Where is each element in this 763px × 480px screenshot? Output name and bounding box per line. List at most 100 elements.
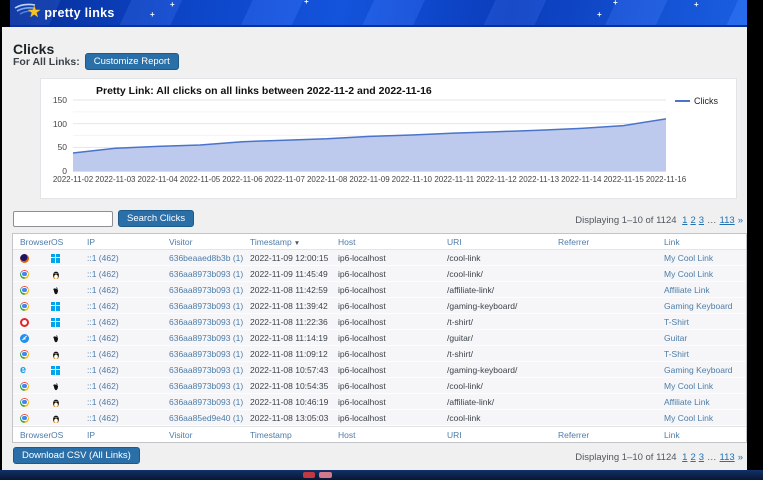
- column-header-visitor[interactable]: Visitor: [169, 237, 250, 247]
- ip-cell[interactable]: ::1 (462): [87, 253, 169, 263]
- page-link-last[interactable]: 113: [720, 452, 735, 463]
- x-tick-label: 2022-11-08: [304, 175, 350, 184]
- host-cell: ip6-localhost: [338, 333, 447, 343]
- page-link-1[interactable]: 1: [682, 452, 687, 463]
- visitor-cell[interactable]: 636aa8973b093 (1): [169, 365, 250, 375]
- ip-cell[interactable]: ::1 (462): [87, 333, 169, 343]
- ip-cell[interactable]: ::1 (462): [87, 381, 169, 391]
- search-input[interactable]: [13, 211, 113, 227]
- column-header-ip[interactable]: IP: [87, 430, 169, 440]
- timestamp-cell: 2022-11-08 10:46:19: [250, 397, 338, 407]
- apple-icon: [51, 382, 60, 391]
- link-cell[interactable]: My Cool Link: [664, 381, 746, 391]
- link-cell[interactable]: T-Shirt: [664, 349, 746, 359]
- column-header-timestamp[interactable]: Timestamp: [250, 430, 338, 440]
- y-tick-label: 150: [41, 95, 67, 105]
- link-cell[interactable]: Guitar: [664, 333, 746, 343]
- x-tick-label: 2022-11-11: [431, 175, 477, 184]
- ip-cell[interactable]: ::1 (462): [87, 413, 169, 423]
- link-cell[interactable]: Affiliate Link: [664, 285, 746, 295]
- visitor-cell[interactable]: 636aa8973b093 (1): [169, 349, 250, 359]
- next-page-link[interactable]: »: [738, 452, 743, 463]
- column-header-browser[interactable]: Browser: [20, 430, 51, 440]
- visitor-cell[interactable]: 636aa85ed9e40 (1): [169, 413, 250, 423]
- ip-cell[interactable]: ::1 (462): [87, 349, 169, 359]
- displaying-text: Displaying 1–10 of 1124: [575, 452, 676, 463]
- page-link-2[interactable]: 2: [690, 215, 695, 226]
- column-header-host[interactable]: Host: [338, 237, 447, 247]
- page-ellipsis: …: [707, 452, 717, 463]
- link-cell[interactable]: T-Shirt: [664, 317, 746, 327]
- chrome-icon: [20, 286, 29, 295]
- visitor-cell[interactable]: 636aa8973b093 (1): [169, 269, 250, 279]
- link-cell[interactable]: Affiliate Link: [664, 397, 746, 407]
- host-cell: ip6-localhost: [338, 253, 447, 263]
- os-cell: [51, 284, 87, 294]
- visitor-cell[interactable]: 636aa8973b093 (1): [169, 317, 250, 327]
- ip-cell[interactable]: ::1 (462): [87, 365, 169, 375]
- windows-icon: [51, 254, 60, 263]
- table-row: ::1 (462)636aa8973b093 (1)2022-11-08 10:…: [13, 394, 746, 410]
- column-header-referrer[interactable]: Referrer: [558, 237, 664, 247]
- visitor-cell[interactable]: 636aa8973b093 (1): [169, 285, 250, 295]
- sparkle-icon: +: [597, 11, 602, 19]
- search-clicks-button[interactable]: Search Clicks: [118, 210, 194, 227]
- link-cell[interactable]: My Cool Link: [664, 253, 746, 263]
- page-link-3[interactable]: 3: [699, 215, 704, 226]
- column-header-link[interactable]: Link: [664, 237, 746, 247]
- page-link-3[interactable]: 3: [699, 452, 704, 463]
- browser-cell: [20, 332, 51, 342]
- column-header-timestamp[interactable]: Timestamp▼: [250, 237, 338, 247]
- download-csv-button[interactable]: Download CSV (All Links): [13, 447, 140, 464]
- column-header-browser[interactable]: Browser: [20, 237, 51, 247]
- column-header-ip[interactable]: IP: [87, 237, 169, 247]
- column-header-uri[interactable]: URI: [447, 430, 558, 440]
- x-tick-label: 2022-11-09: [347, 175, 393, 184]
- os-cell: [51, 364, 87, 374]
- column-header-referrer[interactable]: Referrer: [558, 430, 664, 440]
- uri-cell: /cool-link/: [447, 381, 558, 391]
- timestamp-cell: 2022-11-08 11:39:42: [250, 301, 338, 311]
- timestamp-cell: 2022-11-08 11:22:36: [250, 317, 338, 327]
- page-link-last[interactable]: 113: [720, 215, 735, 226]
- browser-cell: [20, 380, 51, 390]
- visitor-cell[interactable]: 636beaaed8b3b (1): [169, 253, 250, 263]
- ip-cell[interactable]: ::1 (462): [87, 301, 169, 311]
- opera-icon: [20, 318, 29, 327]
- column-header-uri[interactable]: URI: [447, 237, 558, 247]
- table-row: ::1 (462)636aa8973b093 (1)2022-11-08 11:…: [13, 314, 746, 330]
- ip-cell[interactable]: ::1 (462): [87, 269, 169, 279]
- customize-report-button[interactable]: Customize Report: [85, 53, 179, 70]
- next-page-link[interactable]: »: [738, 215, 743, 226]
- timestamp-cell: 2022-11-08 10:54:35: [250, 381, 338, 391]
- column-header-os[interactable]: OS: [51, 237, 87, 247]
- page-link-1[interactable]: 1: [682, 215, 687, 226]
- column-header-visitor[interactable]: Visitor: [169, 430, 250, 440]
- ip-cell[interactable]: ::1 (462): [87, 285, 169, 295]
- ip-cell[interactable]: ::1 (462): [87, 317, 169, 327]
- visitor-cell[interactable]: 636aa8973b093 (1): [169, 397, 250, 407]
- page-ellipsis: …: [707, 215, 717, 226]
- taskbar-item-red: [303, 472, 315, 478]
- column-header-link[interactable]: Link: [664, 430, 746, 440]
- link-cell[interactable]: Gaming Keyboard: [664, 365, 746, 375]
- host-cell: ip6-localhost: [338, 365, 447, 375]
- visitor-cell[interactable]: 636aa8973b093 (1): [169, 381, 250, 391]
- link-cell[interactable]: My Cool Link: [664, 269, 746, 279]
- link-cell[interactable]: Gaming Keyboard: [664, 301, 746, 311]
- column-header-host[interactable]: Host: [338, 430, 447, 440]
- table-row: ::1 (462)636aa8973b093 (1)2022-11-08 11:…: [13, 330, 746, 346]
- table-footer-header-row: BrowserOSIPVisitorTimestampHostURIReferr…: [13, 426, 746, 442]
- page-link-2[interactable]: 2: [690, 452, 695, 463]
- chrome-icon: [20, 350, 29, 359]
- visitor-cell[interactable]: 636aa8973b093 (1): [169, 333, 250, 343]
- timestamp-cell: 2022-11-08 13:05:03: [250, 413, 338, 423]
- browser-cell: [20, 396, 51, 406]
- ip-cell[interactable]: ::1 (462): [87, 397, 169, 407]
- host-cell: ip6-localhost: [338, 285, 447, 295]
- visitor-cell[interactable]: 636aa8973b093 (1): [169, 301, 250, 311]
- linux-icon: [51, 414, 60, 423]
- link-cell[interactable]: My Cool Link: [664, 413, 746, 423]
- browser-cell: [20, 284, 51, 294]
- column-header-os[interactable]: OS: [51, 430, 87, 440]
